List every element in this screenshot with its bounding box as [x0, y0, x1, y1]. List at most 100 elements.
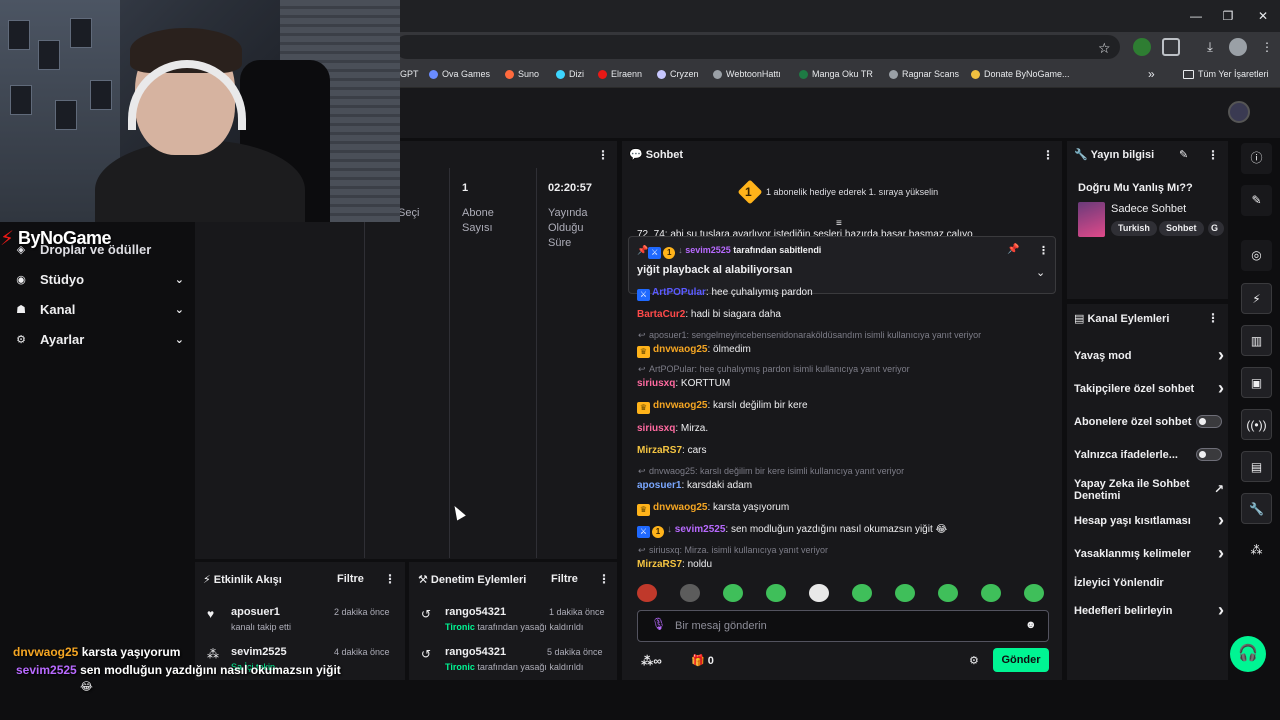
emote-icon[interactable]	[723, 584, 743, 602]
chat-icon[interactable]: ▣	[1241, 367, 1272, 398]
channel-action-row[interactable]: Yavaş mod ›	[1074, 345, 1224, 365]
close-icon[interactable]: ✕	[1253, 6, 1273, 26]
info-icon[interactable]: ⓘ	[1241, 143, 1272, 174]
bookmark-item[interactable]: Ova Games	[429, 69, 490, 79]
emote-icon[interactable]	[981, 584, 1001, 602]
bookmark-item[interactable]: Manga Oku TR	[799, 69, 873, 79]
gift-leaderboard-banner[interactable]: 1 abonelik hediye ederek 1. sıraya yükse…	[766, 187, 938, 197]
chat-username[interactable]: sevim2525	[675, 524, 726, 535]
channel-actions-more-icon[interactable]: ⋮	[1207, 311, 1219, 325]
mod-target-username[interactable]: rango54321	[445, 606, 506, 618]
chat-more-icon[interactable]: ⋮	[1042, 148, 1054, 162]
bookmark-item[interactable]: GPT	[400, 69, 419, 79]
chat-message[interactable]: ♛ dnvwaog25: karsta yaşıyorum	[637, 502, 789, 516]
toggle-switch[interactable]	[1196, 448, 1222, 461]
send-button[interactable]: Gönder	[993, 648, 1049, 672]
edit-pencil-icon[interactable]: ✎	[1179, 148, 1188, 161]
emote-icon[interactable]	[680, 584, 700, 602]
puzzle-extensions-icon[interactable]	[1162, 38, 1180, 56]
edit-pencil-icon[interactable]: ✎	[1241, 185, 1272, 216]
document-icon[interactable]: ▥	[1241, 325, 1272, 356]
download-icon[interactable]: ⤓	[1201, 38, 1219, 56]
camera-focus-icon[interactable]: ◎	[1241, 240, 1272, 271]
emote-icon[interactable]	[1024, 584, 1044, 602]
chat-message[interactable]: siriusxq: Mirza.	[637, 423, 708, 434]
address-field[interactable]	[395, 35, 1120, 59]
bookmark-item[interactable]: Cryzen	[657, 69, 699, 79]
unpin-icon[interactable]: 📌	[1007, 244, 1019, 255]
emote-icon[interactable]	[852, 584, 872, 602]
all-bookmarks-folder[interactable]: Tüm Yer İşaretleri	[1183, 69, 1269, 79]
pinned-more-icon[interactable]: ⋮	[1038, 244, 1049, 257]
activity-filter-button[interactable]: Filtre	[337, 573, 364, 585]
menu-icon[interactable]: ⋮	[1258, 38, 1276, 56]
chat-message[interactable]: aposuer1: karsdaki adam	[637, 480, 752, 491]
feed-username[interactable]: sevim2525	[231, 646, 287, 658]
mod-target-username[interactable]: rango54321	[445, 646, 506, 658]
bookmark-item[interactable]: Ragnar Scans	[889, 69, 959, 79]
bookmark-item[interactable]: Elraenn	[598, 69, 642, 79]
chat-message[interactable]: ♛ dnvwaog25: ölmedim	[637, 344, 751, 358]
chat-settings-icon[interactable]: ⚙	[969, 654, 979, 667]
channel-points[interactable]: ⁂∞	[641, 654, 662, 668]
chevron-down-icon[interactable]: ⌄	[1036, 266, 1045, 279]
chat-username[interactable]: BartaCur2	[637, 309, 685, 320]
chat-username[interactable]: dnvwaog25	[653, 344, 707, 355]
sidebar-item-studio[interactable]: ◉ Stüdyo ⌄	[14, 268, 184, 290]
tag-chip[interactable]: Turkish	[1111, 221, 1157, 236]
toggle-switch[interactable]	[1196, 415, 1222, 428]
tag-chip[interactable]: G	[1208, 221, 1224, 236]
channel-action-row[interactable]: Yalnızca ifadelerle...	[1074, 448, 1224, 461]
chat-username[interactable]: MirzaRS7	[637, 559, 682, 570]
bookmark-item[interactable]: Donate ByNoGame...	[971, 69, 1070, 79]
broadcast-icon[interactable]: ((•))	[1241, 409, 1272, 440]
chat-message[interactable]: MirzaRS7: cars	[637, 445, 706, 456]
chat-username[interactable]: dnvwaog25	[653, 400, 707, 411]
bookmark-item[interactable]: WebtoonHattı	[713, 69, 781, 79]
channel-action-row[interactable]: Abonelere özel sohbet	[1074, 415, 1224, 428]
tag-chip[interactable]: Sohbet	[1159, 221, 1204, 236]
microphone-icon[interactable]: 🎙	[651, 617, 666, 631]
emote-icon[interactable]	[809, 584, 829, 602]
stream-category[interactable]: Sadece Sohbet	[1111, 203, 1186, 215]
restore-icon[interactable]: ❐	[1218, 6, 1238, 26]
chat-username[interactable]: ArtPOPular	[652, 287, 706, 298]
headset-support-icon[interactable]: 🎧	[1230, 636, 1266, 672]
bookmark-item[interactable]: Dizi	[556, 69, 584, 79]
channel-action-row[interactable]: Yapay Zeka ile Sohbet Denetimi ↗	[1074, 478, 1224, 502]
channel-action-row[interactable]: Hedefleri belirleyin ›	[1074, 600, 1224, 620]
emoji-picker-icon[interactable]: ☻	[1025, 619, 1037, 631]
bookmarks-overflow-button[interactable]: »	[1148, 67, 1155, 81]
emote-icon[interactable]	[895, 584, 915, 602]
chat-username[interactable]: aposuer1	[637, 480, 681, 491]
minimize-icon[interactable]: —	[1186, 6, 1206, 26]
emote-icon[interactable]	[938, 584, 958, 602]
moderation-more-icon[interactable]: ⋮	[598, 572, 610, 586]
scroll-indicator-icon[interactable]: ≡	[836, 218, 842, 229]
chat-message[interactable]: ⚔ 1 ↓ sevim2525: sen modluğun yazdığını na…	[637, 524, 947, 538]
channel-action-row[interactable]: İzleyici Yönlendir	[1074, 577, 1224, 589]
stream-info-more-icon[interactable]: ⋮	[1207, 148, 1219, 162]
feed-username[interactable]: aposuer1	[231, 606, 280, 618]
chat-username[interactable]: siriusxq	[637, 423, 675, 434]
moderation-filter-button[interactable]: Filtre	[551, 573, 578, 585]
sidebar-item-channel[interactable]: ☗ Kanal ⌄	[14, 298, 184, 320]
channel-action-row[interactable]: Hesap yaşı kısıtlaması ›	[1074, 510, 1224, 530]
gift-counter[interactable]: 🎁 0	[691, 654, 714, 667]
emote-icon[interactable]	[766, 584, 786, 602]
chat-username[interactable]: MirzaRS7	[637, 445, 682, 456]
avatar[interactable]	[1228, 101, 1250, 123]
chat-message[interactable]: BartaCur2: hadi bi siagara daha	[637, 309, 781, 320]
chat-message[interactable]: ⚔ ArtPOPular: hee çuhalıymış pardon	[637, 287, 813, 301]
bolt-icon[interactable]: ⚡	[1241, 283, 1272, 314]
points-icon[interactable]: ⁂	[1241, 535, 1272, 566]
bookmark-star-icon[interactable]: ☆	[1098, 40, 1111, 57]
shield-extension-icon[interactable]	[1133, 38, 1151, 56]
wrench-icon[interactable]: 🔧	[1241, 493, 1272, 524]
stats-more-icon[interactable]: ⋮	[597, 148, 609, 162]
channel-action-row[interactable]: Yasaklanmış kelimeler ›	[1074, 543, 1224, 563]
bookmark-item[interactable]: Suno	[505, 69, 539, 79]
activity-more-icon[interactable]: ⋮	[384, 572, 396, 586]
chat-username[interactable]: siriusxq	[637, 378, 675, 389]
chat-username[interactable]: dnvwaog25	[653, 502, 707, 513]
